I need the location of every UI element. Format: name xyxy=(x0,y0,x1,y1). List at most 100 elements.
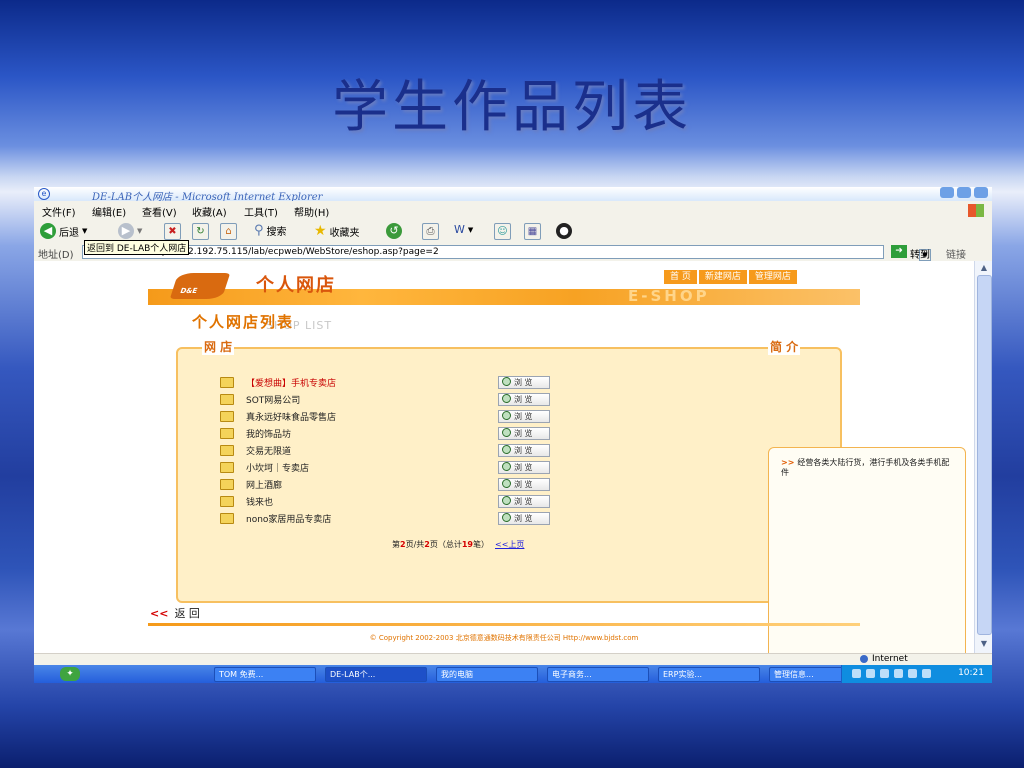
favorites-label: 收藏夹 xyxy=(329,227,360,239)
search-label: 搜索 xyxy=(266,227,287,238)
shop-name[interactable]: 钱来也 xyxy=(246,495,273,508)
forward-button[interactable]: ▶ ▼ xyxy=(118,223,142,239)
vertical-scrollbar[interactable]: ▲ ▼ xyxy=(974,261,992,653)
research-icon: ▦ xyxy=(524,223,541,240)
magnifier-icon xyxy=(502,411,511,420)
magnifier-icon xyxy=(502,377,511,386)
banner-eshop: E-SHOP xyxy=(628,287,710,305)
task-button[interactable]: 电子商务... xyxy=(547,667,649,682)
tray-icon[interactable] xyxy=(908,669,917,678)
scroll-thumb[interactable] xyxy=(977,275,992,635)
menu-file[interactable]: 文件(F) xyxy=(42,204,76,219)
browse-button[interactable]: 浏 览 xyxy=(498,495,550,508)
shop-name[interactable]: 【爱想曲】手机专卖店 xyxy=(246,376,336,389)
browse-button[interactable]: 浏 览 xyxy=(498,410,550,423)
menu-favorites[interactable]: 收藏(A) xyxy=(192,204,227,219)
folder-icon xyxy=(220,411,234,422)
task-button[interactable]: 我的电脑 xyxy=(436,667,538,682)
back-tooltip: 返回到 DE-LAB个人网店 xyxy=(84,240,190,255)
scroll-up-icon[interactable]: ▲ xyxy=(978,263,990,273)
maximize-button[interactable] xyxy=(957,187,971,198)
folder-icon xyxy=(220,479,234,490)
task-button[interactable]: DE-LAB个... xyxy=(325,667,427,682)
menu-edit[interactable]: 编辑(E) xyxy=(92,204,126,219)
shop-name[interactable]: 小坎坷｜专卖店 xyxy=(246,461,309,474)
taskbar: ✦ TOM 免费... DE-LAB个... 我的电脑 电子商务... ERP实… xyxy=(34,665,992,683)
scroll-down-icon[interactable]: ▼ xyxy=(978,639,990,649)
research-button[interactable]: ▦ xyxy=(524,223,541,240)
qq-button[interactable]: ● xyxy=(556,223,572,239)
menu-view[interactable]: 查看(V) xyxy=(142,204,177,219)
tray-icon[interactable] xyxy=(922,669,931,678)
search-button[interactable]: ⚲ 搜索 xyxy=(254,223,287,238)
favorites-button[interactable]: ★ 收藏夹 xyxy=(314,223,360,239)
browse-button[interactable]: 浏 览 xyxy=(498,444,550,457)
tray-icon[interactable] xyxy=(852,669,861,678)
folder-icon xyxy=(220,513,234,524)
close-button[interactable] xyxy=(974,187,988,198)
nav-manage-shop[interactable]: 管理网店 xyxy=(748,270,797,284)
window-controls xyxy=(940,187,988,198)
folder-icon xyxy=(220,377,234,388)
magnifier-icon xyxy=(502,462,511,471)
messenger-button[interactable]: ☺ xyxy=(494,223,511,240)
shop-name[interactable]: 交易无限道 xyxy=(246,444,291,457)
refresh-button[interactable]: ↻ xyxy=(192,223,209,240)
go-button[interactable]: 转到 xyxy=(910,246,930,261)
nav-home[interactable]: 首 页 xyxy=(664,270,697,284)
intro-text: >> 经营各类大陆行货，港行手机及各类手机配件 xyxy=(781,458,957,478)
tray-icon[interactable] xyxy=(880,669,889,678)
home-icon: ⌂ xyxy=(220,223,237,240)
browse-button[interactable]: 浏 览 xyxy=(498,512,550,525)
browse-button[interactable]: 浏 览 xyxy=(498,376,550,389)
magnifier-icon xyxy=(502,513,511,522)
stop-icon: ✖ xyxy=(164,223,181,240)
back-link[interactable]: << 返 回 xyxy=(150,605,200,621)
tray-icon[interactable] xyxy=(866,669,875,678)
site-brand: 个人网店 xyxy=(256,275,336,296)
history-button[interactable]: ↺ xyxy=(386,223,402,239)
page-content: D&E 个人网店 E-SHOP 首 页 新建网店 管理网店 SHOP LIST … xyxy=(34,261,974,677)
print-button[interactable]: ⎙ xyxy=(422,223,439,240)
start-button[interactable]: ✦ xyxy=(60,667,80,681)
edit-dropdown-icon[interactable]: ▼ xyxy=(468,226,473,234)
tray-icon[interactable] xyxy=(894,669,903,678)
menu-help[interactable]: 帮助(H) xyxy=(294,204,329,219)
go-arrow-icon[interactable]: ➜ xyxy=(891,245,907,258)
browse-button[interactable]: 浏 览 xyxy=(498,427,550,440)
back-arrow-icon: ◀ xyxy=(40,223,56,239)
browse-button[interactable]: 浏 览 xyxy=(498,461,550,474)
prev-page-link[interactable]: <<上页 xyxy=(495,540,524,549)
magnifier-icon xyxy=(502,428,511,437)
links-button[interactable]: 链接 xyxy=(946,246,966,261)
magnifier-icon xyxy=(502,394,511,403)
shop-name[interactable]: 真永远好味食品零售店 xyxy=(246,410,336,423)
shop-name[interactable]: 我的饰品坊 xyxy=(246,427,291,440)
task-button[interactable]: ERP实验... xyxy=(658,667,760,682)
home-button[interactable]: ⌂ xyxy=(220,223,237,240)
address-input[interactable]: http://202.192.75.115/lab/ecpweb/WebStor… xyxy=(82,245,931,261)
browse-button[interactable]: 浏 览 xyxy=(498,393,550,406)
shop-row: 我的饰品坊 浏 览 xyxy=(220,426,550,441)
site-nav: 首 页 新建网店 管理网店 xyxy=(664,270,797,284)
intro-label: 简 介 xyxy=(768,338,801,355)
menu-tools[interactable]: 工具(T) xyxy=(244,204,278,219)
shop-name[interactable]: SOT网易公司 xyxy=(246,393,300,406)
nav-new-shop[interactable]: 新建网店 xyxy=(698,270,747,284)
address-label: 地址(D) xyxy=(38,250,74,261)
footer-copyright: © Copyright 2002-2003 北京德意通数码技术有限责任公司 Ht… xyxy=(369,634,639,642)
title-bar: e DE-LAB个人网店 - Microsoft Internet Explor… xyxy=(34,187,992,203)
task-button[interactable]: TOM 免费... xyxy=(214,667,316,682)
back-dropdown-icon[interactable]: ▼ xyxy=(82,227,87,235)
shop-name[interactable]: nono家居用品专卖店 xyxy=(246,512,331,525)
browse-button[interactable]: 浏 览 xyxy=(498,478,550,491)
shop-name[interactable]: 网上酒廊 xyxy=(246,478,282,491)
minimize-button[interactable] xyxy=(940,187,954,198)
word-icon: W xyxy=(454,223,465,236)
stop-button[interactable]: ✖ xyxy=(164,223,181,240)
forward-dropdown-icon[interactable]: ▼ xyxy=(137,227,142,235)
back-button[interactable]: ◀ 后退 ▼ xyxy=(40,223,87,239)
edit-button[interactable]: W ▼ xyxy=(454,223,473,236)
back-label: 后退 xyxy=(59,227,79,239)
windows-logo-icon xyxy=(968,204,984,217)
